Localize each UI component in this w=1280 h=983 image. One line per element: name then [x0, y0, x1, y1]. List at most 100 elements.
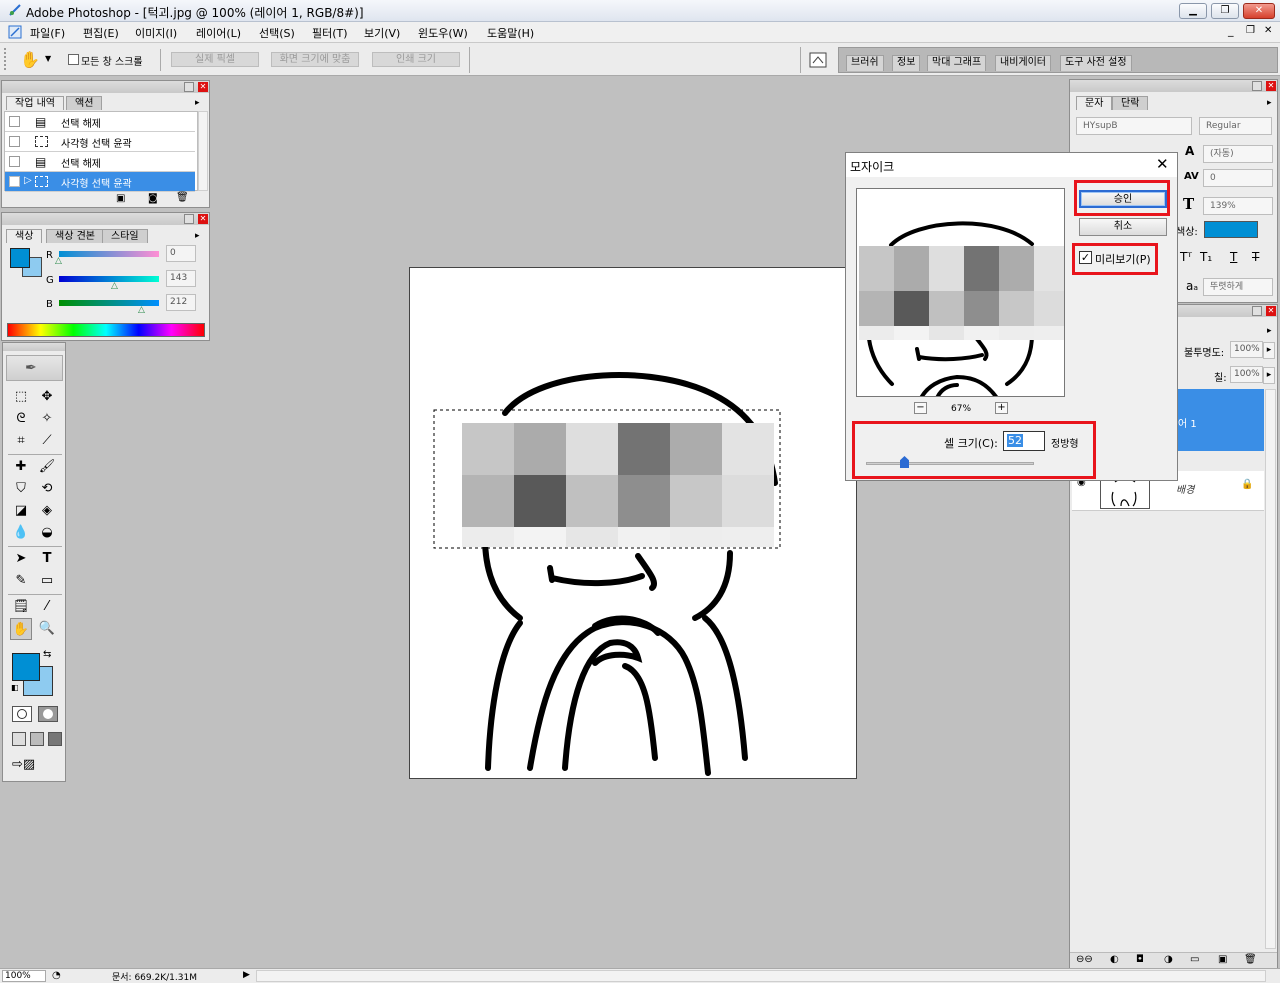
- cancel-button[interactable]: 취소: [1079, 218, 1167, 236]
- screen-mode-full-icon[interactable]: [48, 732, 62, 746]
- layers-scrollbar[interactable]: [1265, 389, 1276, 949]
- opacity-input[interactable]: 100%: [1230, 341, 1263, 358]
- history-brush-tool-icon[interactable]: ⟲: [36, 478, 58, 500]
- new-group-icon[interactable]: ▭: [1190, 954, 1199, 965]
- menu-layer[interactable]: 레이어(L): [196, 25, 241, 41]
- menu-filter[interactable]: 필터(T): [312, 25, 348, 41]
- horizontal-scrollbar[interactable]: [256, 970, 1266, 982]
- new-document-icon[interactable]: ▣: [116, 193, 125, 204]
- new-layer-icon[interactable]: ▣: [1218, 954, 1227, 965]
- font-family-dropdown[interactable]: HYsupB: [1076, 117, 1192, 135]
- channel-g-thumb[interactable]: △: [111, 281, 118, 291]
- tab-info[interactable]: 정보: [892, 55, 921, 71]
- history-item[interactable]: ▤ 선택 해제: [5, 112, 195, 132]
- chevron-down-icon[interactable]: ▼: [45, 54, 51, 63]
- magic-wand-tool-icon[interactable]: ✧: [36, 408, 58, 430]
- panel-close-button[interactable]: ✕: [1266, 81, 1276, 91]
- opacity-arrow-icon[interactable]: ▸: [1263, 342, 1275, 359]
- history-brush-checkbox[interactable]: [9, 136, 20, 147]
- notes-tool-icon[interactable]: 🗒: [10, 596, 32, 618]
- history-brush-checkbox[interactable]: [9, 116, 20, 127]
- channel-g-slider[interactable]: [59, 276, 159, 282]
- history-brush-checkbox[interactable]: [9, 176, 20, 187]
- underline-icon[interactable]: T: [1230, 250, 1237, 264]
- tab-color[interactable]: 색상: [6, 229, 43, 243]
- print-size-button[interactable]: 인쇄 크기: [372, 52, 460, 67]
- cell-size-input[interactable]: 52: [1003, 431, 1045, 451]
- fit-screen-button[interactable]: 화면 크기에 맞춤: [271, 52, 359, 67]
- status-menu-icon[interactable]: ▶: [243, 970, 250, 980]
- trash-icon[interactable]: 🗑: [176, 192, 189, 203]
- crop-tool-icon[interactable]: ⌗: [10, 430, 32, 452]
- type-tool-icon[interactable]: T: [36, 548, 58, 570]
- history-item[interactable]: ▤ 선택 해제: [5, 152, 195, 172]
- panel-minimize-button[interactable]: [1252, 306, 1262, 316]
- default-colors-icon[interactable]: ◧: [11, 683, 19, 692]
- palette-well-icon[interactable]: [808, 50, 828, 70]
- panel-minimize-button[interactable]: [184, 214, 194, 224]
- adjustment-layer-icon[interactable]: ◑: [1164, 954, 1173, 965]
- tab-navigator[interactable]: 내비게이터: [995, 55, 1051, 71]
- tab-paragraph[interactable]: 단락: [1112, 96, 1149, 110]
- antialias-dropdown[interactable]: 뚜렷하게: [1203, 278, 1273, 296]
- menu-help[interactable]: 도움말(H): [487, 25, 534, 41]
- panel-close-button[interactable]: ✕: [1266, 306, 1276, 316]
- standard-mode-icon[interactable]: [12, 706, 32, 722]
- actual-pixels-button[interactable]: 실제 픽셀: [171, 52, 259, 67]
- panel-menu-icon[interactable]: ▸: [195, 98, 200, 108]
- snapshot-icon[interactable]: ◙: [148, 193, 158, 204]
- eraser-tool-icon[interactable]: ◪: [10, 500, 32, 522]
- path-selection-tool-icon[interactable]: ➤: [10, 548, 32, 570]
- dialog-titlebar[interactable]: 모자이크 ✕: [846, 153, 1177, 177]
- status-info-icon[interactable]: ◔: [52, 970, 61, 981]
- quick-mask-mode-icon[interactable]: [38, 706, 58, 722]
- dodge-tool-icon[interactable]: ◒: [36, 522, 58, 544]
- subscript-icon[interactable]: T₁: [1200, 250, 1212, 264]
- dialog-close-icon[interactable]: ✕: [1156, 155, 1169, 173]
- feather-logo[interactable]: ✒: [6, 355, 63, 381]
- ok-button[interactable]: 승인: [1079, 190, 1167, 208]
- menu-file[interactable]: 파일(F): [30, 25, 65, 41]
- options-grip[interactable]: [4, 48, 12, 70]
- zoom-out-button[interactable]: −: [914, 402, 927, 414]
- channel-r-value[interactable]: 0: [166, 245, 196, 262]
- tab-styles[interactable]: 스타일: [102, 229, 148, 243]
- move-tool-icon[interactable]: ✥: [36, 386, 58, 408]
- panel-header[interactable]: [2, 81, 209, 93]
- panel-header[interactable]: [1070, 80, 1277, 92]
- restore-button[interactable]: ❐: [1211, 3, 1239, 19]
- tracking-dropdown[interactable]: 0: [1203, 169, 1273, 187]
- tab-tool-presets[interactable]: 도구 사전 설정: [1060, 55, 1132, 71]
- preview-checkbox[interactable]: ✓: [1079, 251, 1092, 264]
- doc-close-button[interactable]: ✕: [1264, 25, 1272, 36]
- menu-select[interactable]: 선택(S): [259, 25, 295, 41]
- fill-input[interactable]: 100%: [1230, 366, 1263, 383]
- paint-bucket-tool-icon[interactable]: ◈: [36, 500, 58, 522]
- menu-window[interactable]: 윈도우(W): [418, 25, 468, 41]
- channel-b-thumb[interactable]: △: [138, 305, 145, 315]
- hand-icon[interactable]: ✋: [20, 50, 40, 69]
- healing-brush-tool-icon[interactable]: ✚: [10, 456, 32, 478]
- blur-tool-icon[interactable]: 💧: [10, 522, 32, 544]
- clone-stamp-tool-icon[interactable]: ⛉: [10, 478, 32, 500]
- minimize-button[interactable]: ▁: [1179, 3, 1207, 19]
- panel-close-button[interactable]: ✕: [198, 214, 208, 224]
- panel-menu-icon[interactable]: ▸: [195, 231, 200, 241]
- tab-brushes[interactable]: 브러쉬: [846, 55, 884, 71]
- doc-minimize-button[interactable]: _: [1228, 24, 1234, 37]
- eyedropper-tool-icon[interactable]: ⁄: [36, 596, 58, 618]
- panel-close-button[interactable]: ✕: [198, 82, 208, 92]
- text-color-swatch[interactable]: [1204, 221, 1258, 238]
- zoom-in-button[interactable]: +: [995, 402, 1008, 414]
- brush-tool-icon[interactable]: 🖌: [36, 456, 58, 478]
- panel-menu-icon[interactable]: ▸: [1267, 98, 1272, 108]
- pen-tool-icon[interactable]: ✎: [10, 570, 32, 592]
- document-canvas[interactable]: [409, 267, 857, 779]
- swap-colors-icon[interactable]: ⇆: [43, 649, 51, 660]
- history-scrollbar[interactable]: [198, 111, 208, 191]
- strikethrough-icon[interactable]: T: [1252, 250, 1259, 264]
- history-item[interactable]: 사각형 선택 윤곽: [5, 132, 195, 152]
- channel-b-value[interactable]: 212: [166, 294, 196, 311]
- mosaic-preview[interactable]: [856, 188, 1065, 397]
- toolbox-foreground-swatch[interactable]: [12, 653, 40, 681]
